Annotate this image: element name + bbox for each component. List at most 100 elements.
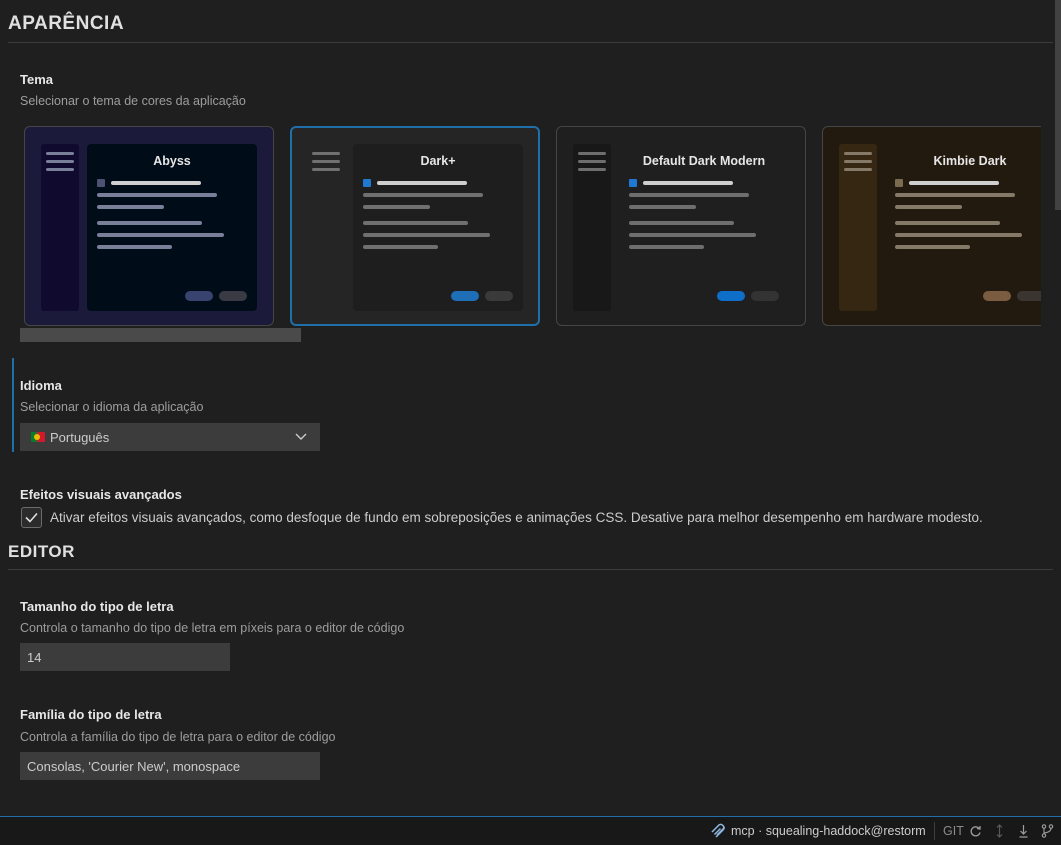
- theme-preview-button: [451, 291, 479, 301]
- theme-preview-line: [629, 245, 704, 249]
- theme-preview-button: [717, 291, 745, 301]
- status-bar: mcp · squealing-haddock@restorm GIT: [0, 816, 1061, 845]
- theme-preview-line: [111, 181, 201, 185]
- theme-preview-line: [629, 221, 734, 225]
- theme-preview-button: [219, 291, 247, 301]
- theme-preview-line: [312, 160, 340, 163]
- font-family-setting-description: Controla a família do tipo de letra para…: [20, 730, 336, 744]
- theme-preview-button: [751, 291, 779, 301]
- theme-setting-title: Tema: [20, 72, 53, 87]
- branch-icon: [1041, 824, 1054, 838]
- theme-preview-sidebar: [573, 144, 611, 311]
- git-label: GIT: [943, 824, 964, 838]
- theme-preview-line: [578, 168, 606, 171]
- theme-preview-editor: Abyss: [87, 144, 257, 311]
- font-size-input[interactable]: 14: [20, 643, 230, 671]
- theme-preview-button: [1017, 291, 1041, 301]
- effects-checkbox-label: Ativar efeitos visuais avançados, como d…: [50, 510, 983, 525]
- theme-preview-line: [97, 245, 172, 249]
- theme-preview-line: [97, 193, 217, 197]
- language-setting-title: Idioma: [20, 378, 62, 393]
- remote-connection-label: mcp · squealing-haddock@restorm: [731, 824, 926, 838]
- language-select-value: Português: [50, 429, 110, 445]
- status-separator: [934, 822, 935, 840]
- theme-preview-line: [629, 193, 749, 197]
- vertical-scrollbar[interactable]: [1053, 0, 1061, 816]
- theme-card-kimbie-dark[interactable]: Kimbie Dark: [822, 126, 1041, 326]
- theme-preview-line: [363, 233, 490, 237]
- theme-preview-line: [844, 160, 872, 163]
- push-pull-icon: [996, 824, 1003, 838]
- theme-preview-dot: [895, 179, 903, 187]
- theme-preview-button: [485, 291, 513, 301]
- vertical-scrollbar-thumb[interactable]: [1055, 0, 1061, 210]
- theme-preview-line: [46, 168, 74, 171]
- theme-preview-line: [895, 205, 962, 209]
- refresh-button[interactable]: [969, 817, 982, 845]
- theme-preview-line: [578, 152, 606, 155]
- theme-list-scrollbar[interactable]: [20, 328, 301, 342]
- theme-preview-line: [844, 168, 872, 171]
- font-family-input[interactable]: Consolas, 'Courier New', monospace: [20, 752, 320, 780]
- theme-card-list: Abyss Dark+ Default Dark Modern Kimbie Dark: [20, 125, 1041, 329]
- theme-card-default-dark-modern[interactable]: Default Dark Modern: [556, 126, 806, 326]
- theme-preview-line: [895, 193, 1015, 197]
- theme-preview-editor: Default Dark Modern: [619, 144, 789, 311]
- theme-preview-line: [895, 221, 1000, 225]
- theme-preview-dot: [97, 179, 105, 187]
- theme-preview-line: [46, 160, 74, 163]
- theme-preview-editor: Kimbie Dark: [885, 144, 1041, 311]
- settings-panel: APARÊNCIA Tema Selecionar o tema de core…: [0, 0, 1053, 816]
- theme-preview-line: [895, 245, 970, 249]
- section-title-editor: EDITOR: [8, 542, 75, 561]
- language-setting-description: Selecionar o idioma da aplicação: [20, 400, 204, 414]
- refresh-icon: [970, 825, 981, 836]
- theme-card-abyss[interactable]: Abyss: [24, 126, 274, 326]
- theme-preview-dot: [363, 179, 371, 187]
- theme-preview-line: [363, 221, 468, 225]
- chevron-down-icon: [295, 433, 307, 440]
- theme-name: Abyss: [153, 154, 191, 168]
- theme-preview-line: [363, 205, 430, 209]
- theme-name: Dark+: [420, 154, 456, 168]
- theme-preview-line: [643, 181, 733, 185]
- theme-preview-line: [312, 152, 340, 155]
- language-select[interactable]: Português: [20, 423, 320, 451]
- theme-name: Kimbie Dark: [933, 154, 1007, 168]
- download-button[interactable]: [1018, 817, 1029, 845]
- theme-preview-line: [909, 181, 999, 185]
- theme-preview-sidebar: [839, 144, 877, 311]
- theme-preview-line: [895, 233, 1022, 237]
- theme-preview-line: [312, 168, 340, 171]
- section-title-appearance: APARÊNCIA: [8, 13, 125, 34]
- portugal-flag-icon: [31, 432, 45, 442]
- theme-preview-line: [377, 181, 467, 185]
- font-size-setting-title: Tamanho do tipo de letra: [20, 599, 174, 614]
- push-pull-button[interactable]: [994, 817, 1005, 845]
- theme-preview-line: [97, 205, 164, 209]
- theme-preview-button: [983, 291, 1011, 301]
- branch-button[interactable]: [1041, 817, 1054, 845]
- theme-preview-line: [578, 160, 606, 163]
- theme-preview-button: [185, 291, 213, 301]
- section-divider: [8, 569, 1053, 570]
- focus-indicator: [12, 358, 14, 452]
- check-icon: [25, 512, 38, 523]
- theme-preview-line: [97, 221, 202, 225]
- theme-name: Default Dark Modern: [642, 154, 766, 168]
- effects-checkbox[interactable]: [21, 507, 42, 528]
- theme-setting-description: Selecionar o tema de cores da aplicação: [20, 94, 246, 108]
- theme-preview-line: [363, 193, 483, 197]
- theme-preview-line: [629, 205, 696, 209]
- theme-preview-dot: [629, 179, 637, 187]
- mcp-icon: [711, 823, 725, 838]
- theme-card-dark-plus[interactable]: Dark+: [290, 126, 540, 326]
- theme-preview-sidebar: [307, 144, 345, 311]
- download-icon: [1019, 825, 1028, 838]
- remote-connection-item[interactable]: mcp · squealing-haddock@restorm: [710, 817, 926, 845]
- theme-preview-line: [844, 152, 872, 155]
- font-family-setting-title: Família do tipo de letra: [20, 707, 162, 722]
- theme-preview-line: [363, 245, 438, 249]
- theme-preview-line: [629, 233, 756, 237]
- theme-preview-sidebar: [41, 144, 79, 311]
